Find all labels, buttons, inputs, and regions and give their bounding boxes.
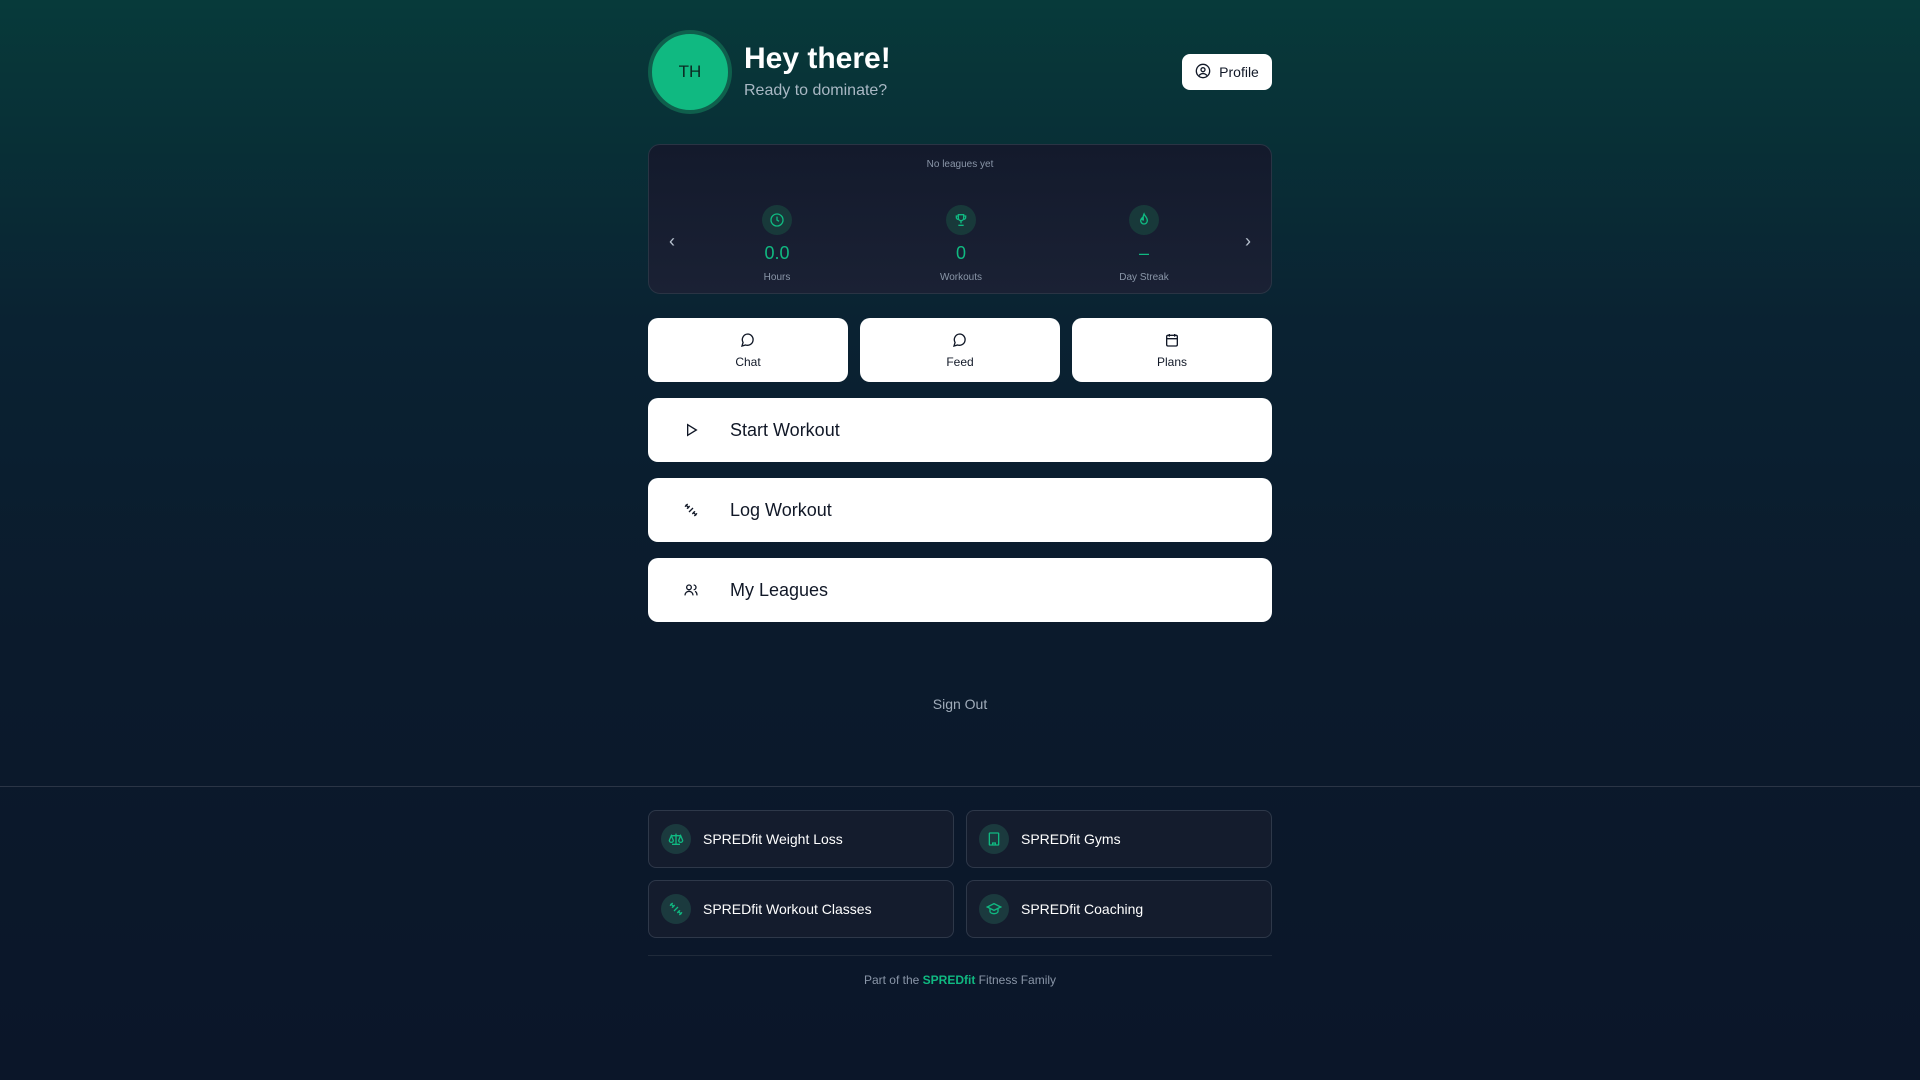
avatar-initials: TH (678, 62, 702, 81)
stats-title: No leagues yet (926, 159, 994, 170)
stats-prev-button[interactable]: ‹ (669, 231, 675, 252)
clock-icon (762, 205, 792, 235)
stat-label: Day Streak (1119, 272, 1169, 283)
footer-prefix: Part of the (863, 973, 923, 987)
calendar-icon (1164, 332, 1180, 351)
graduation-cap-icon (979, 894, 1009, 924)
dumbbell-icon (682, 501, 700, 519)
chat-button[interactable]: Chat (648, 318, 848, 382)
family-link-label: SPREDfit Coaching (1021, 901, 1144, 917)
stat-value: 0.0 (764, 243, 790, 263)
family-link-label: SPREDfit Workout Classes (703, 901, 872, 917)
greeting-subtitle: Ready to dominate? (744, 82, 888, 99)
building-icon (979, 824, 1009, 854)
section-divider (0, 786, 1920, 787)
stat-value: 0 (955, 243, 966, 263)
footer-suffix: Fitness Family (975, 973, 1057, 987)
play-icon (682, 421, 700, 439)
family-link-coaching[interactable]: SPREDfit Coaching (966, 880, 1272, 938)
dumbbell-icon (661, 894, 691, 924)
family-link-weight-loss[interactable]: SPREDfit Weight Loss (648, 810, 954, 868)
sign-out-link[interactable]: Sign Out (648, 696, 1272, 712)
scale-icon (661, 824, 691, 854)
avatar[interactable]: TH (648, 30, 732, 114)
quick-actions: Chat Feed Plans (648, 318, 1272, 382)
family-link-gyms[interactable]: SPREDfit Gyms (966, 810, 1272, 868)
trophy-icon (946, 205, 976, 235)
log-workout-button[interactable]: Log Workout (648, 478, 1272, 542)
users-icon (682, 581, 700, 599)
stat-hours: 0.0 Hours (717, 205, 837, 283)
stats-card: No leagues yet ‹ › 0.0 Hours 0 Workouts … (648, 144, 1272, 294)
user-circle-icon (1195, 63, 1211, 82)
stat-workouts: 0 Workouts (901, 205, 1021, 283)
my-leagues-button[interactable]: My Leagues (648, 558, 1272, 622)
family-link-workout-classes[interactable]: SPREDfit Workout Classes (648, 880, 954, 938)
feed-button[interactable]: Feed (860, 318, 1060, 382)
footer-brand: SPREDfit (922, 973, 976, 987)
greeting-title: Hey there! (744, 42, 891, 75)
profile-button[interactable]: Profile (1182, 54, 1272, 90)
stat-day-streak: – Day Streak (1084, 205, 1204, 283)
family-link-label: SPREDfit Gyms (1021, 831, 1121, 847)
stat-label: Hours (763, 272, 791, 283)
header: TH Hey there! Ready to dominate? Profile (648, 30, 1272, 114)
chat-bubble-icon (952, 332, 968, 351)
flame-icon (1129, 205, 1159, 235)
stat-label: Workouts (939, 272, 983, 283)
feed-label: Feed (946, 354, 974, 369)
plans-label: Plans (1156, 354, 1188, 369)
chat-label: Chat (735, 354, 761, 369)
stat-value: – (1138, 243, 1149, 263)
profile-label: Profile (1219, 64, 1259, 80)
start-workout-button[interactable]: Start Workout (648, 398, 1272, 462)
start-workout-label: Start Workout (730, 419, 840, 440)
footer-divider (648, 955, 1272, 956)
plans-button[interactable]: Plans (1072, 318, 1272, 382)
chat-bubble-icon (740, 332, 756, 351)
log-workout-label: Log Workout (730, 499, 832, 520)
stats-next-button[interactable]: › (1245, 231, 1251, 252)
family-link-label: SPREDfit Weight Loss (703, 831, 843, 847)
footer-text: Part of the SPREDfit Fitness Family (648, 973, 1272, 987)
my-leagues-label: My Leagues (730, 579, 829, 600)
